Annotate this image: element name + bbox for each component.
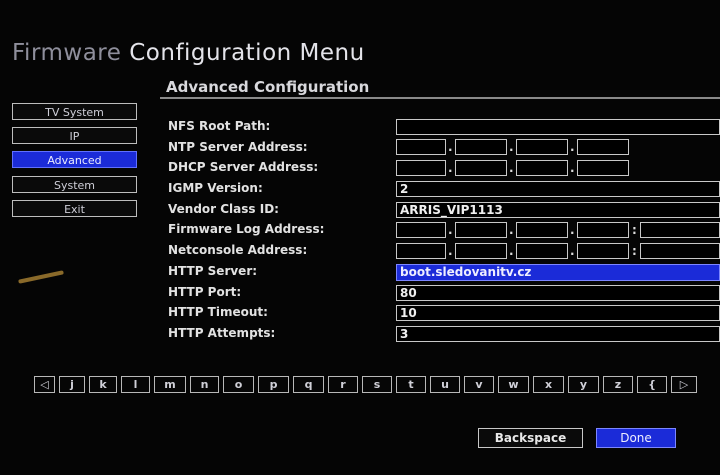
igmp-version-input[interactable]: 2 (396, 181, 720, 197)
dhcp-separator: . (570, 161, 575, 175)
netconsole-separator: . (448, 244, 453, 258)
keyboard-key[interactable]: u (430, 376, 460, 393)
ntp-octet-4[interactable] (577, 139, 629, 155)
keyboard-key[interactable]: n (190, 376, 219, 393)
menu-item-system[interactable]: System (12, 176, 137, 193)
http-attempts-input[interactable]: 3 (396, 326, 720, 342)
label-dhcp-server: DHCP Server Address: (168, 160, 319, 174)
ntp-separator: . (509, 140, 514, 154)
keyboard-key[interactable]: z (603, 376, 633, 393)
menu-item-tv-system[interactable]: TV System (12, 103, 137, 120)
label-http-server: HTTP Server: (168, 264, 258, 278)
label-http-timeout: HTTP Timeout: (168, 305, 268, 319)
vendor-class-id-input[interactable]: ARRIS_VIP1113 (396, 202, 720, 218)
firmware-log-octet-4[interactable] (577, 222, 629, 238)
keyboard-key[interactable]: y (568, 376, 599, 393)
keyboard-key[interactable]: q (293, 376, 324, 393)
label-ntp-server: NTP Server Address: (168, 140, 308, 154)
http-server-input[interactable]: boot.sledovanitv.cz (396, 264, 720, 281)
keyboard-key-left[interactable]: ◁ (34, 376, 55, 393)
label-http-port: HTTP Port: (168, 285, 242, 299)
netconsole-octet-3[interactable] (516, 243, 568, 259)
keyboard-key[interactable]: t (396, 376, 426, 393)
keyboard-key[interactable]: m (154, 376, 186, 393)
keyboard-key[interactable]: k (89, 376, 117, 393)
keyboard-key[interactable]: o (223, 376, 254, 393)
menu-item-exit[interactable]: Exit (12, 200, 137, 217)
dhcp-separator: . (448, 161, 453, 175)
dhcp-octet-2[interactable] (455, 160, 507, 176)
dhcp-separator: . (509, 161, 514, 175)
firmware-log-port-separator: : (632, 223, 637, 237)
label-vendor-class-id: Vendor Class ID: (168, 202, 279, 216)
label-http-attempts: HTTP Attempts: (168, 326, 276, 340)
ntp-separator: . (448, 140, 453, 154)
firmware-log-octet-2[interactable] (455, 222, 507, 238)
netconsole-octet-1[interactable] (396, 243, 446, 259)
done-button[interactable]: Done (596, 428, 676, 448)
http-port-input[interactable]: 80 (396, 285, 720, 301)
label-firmware-log: Firmware Log Address: (168, 222, 325, 236)
title-part-2: Configuration Menu (129, 40, 365, 66)
netconsole-octet-4[interactable] (577, 243, 629, 259)
keyboard-key[interactable]: v (464, 376, 494, 393)
keyboard-key[interactable]: w (498, 376, 529, 393)
keyboard-key[interactable]: s (362, 376, 392, 393)
firmware-config-screen: Firmware Configuration Menu Advanced Con… (0, 0, 720, 475)
section-divider (160, 97, 720, 99)
keyboard-key[interactable]: x (533, 376, 564, 393)
http-timeout-input[interactable]: 10 (396, 305, 720, 321)
keyboard-key[interactable]: p (258, 376, 289, 393)
section-title: Advanced Configuration (166, 78, 370, 96)
firmware-log-port[interactable] (640, 222, 720, 238)
dhcp-octet-3[interactable] (516, 160, 568, 176)
label-netconsole: Netconsole Address: (168, 243, 308, 257)
label-igmp-version: IGMP Version: (168, 181, 263, 195)
nfs-root-path-input[interactable] (396, 119, 720, 135)
ntp-octet-3[interactable] (516, 139, 568, 155)
keyboard-key[interactable]: r (328, 376, 358, 393)
backspace-button[interactable]: Backspace (478, 428, 583, 448)
firmware-log-separator: . (570, 223, 575, 237)
keyboard-key[interactable]: l (121, 376, 150, 393)
firmware-log-octet-3[interactable] (516, 222, 568, 238)
ntp-separator: . (570, 140, 575, 154)
dhcp-octet-4[interactable] (577, 160, 629, 176)
ntp-octet-2[interactable] (455, 139, 507, 155)
label-nfs-root-path: NFS Root Path: (168, 119, 271, 133)
menu-item-advanced[interactable]: Advanced (12, 151, 137, 168)
pointer-cursor (18, 270, 64, 284)
dhcp-octet-1[interactable] (396, 160, 446, 176)
page-title: Firmware Configuration Menu (12, 40, 365, 66)
netconsole-port[interactable] (640, 243, 720, 259)
title-part-1: Firmware (12, 40, 122, 66)
firmware-log-octet-1[interactable] (396, 222, 446, 238)
netconsole-port-separator: : (632, 244, 637, 258)
netconsole-octet-2[interactable] (455, 243, 507, 259)
menu-item-ip[interactable]: IP (12, 127, 137, 144)
firmware-log-separator: . (448, 223, 453, 237)
netconsole-separator: . (570, 244, 575, 258)
firmware-log-separator: . (509, 223, 514, 237)
keyboard-key[interactable]: j (59, 376, 85, 393)
keyboard-key[interactable]: { (637, 376, 667, 393)
ntp-octet-1[interactable] (396, 139, 446, 155)
keyboard-key-right[interactable]: ▷ (671, 376, 697, 393)
netconsole-separator: . (509, 244, 514, 258)
